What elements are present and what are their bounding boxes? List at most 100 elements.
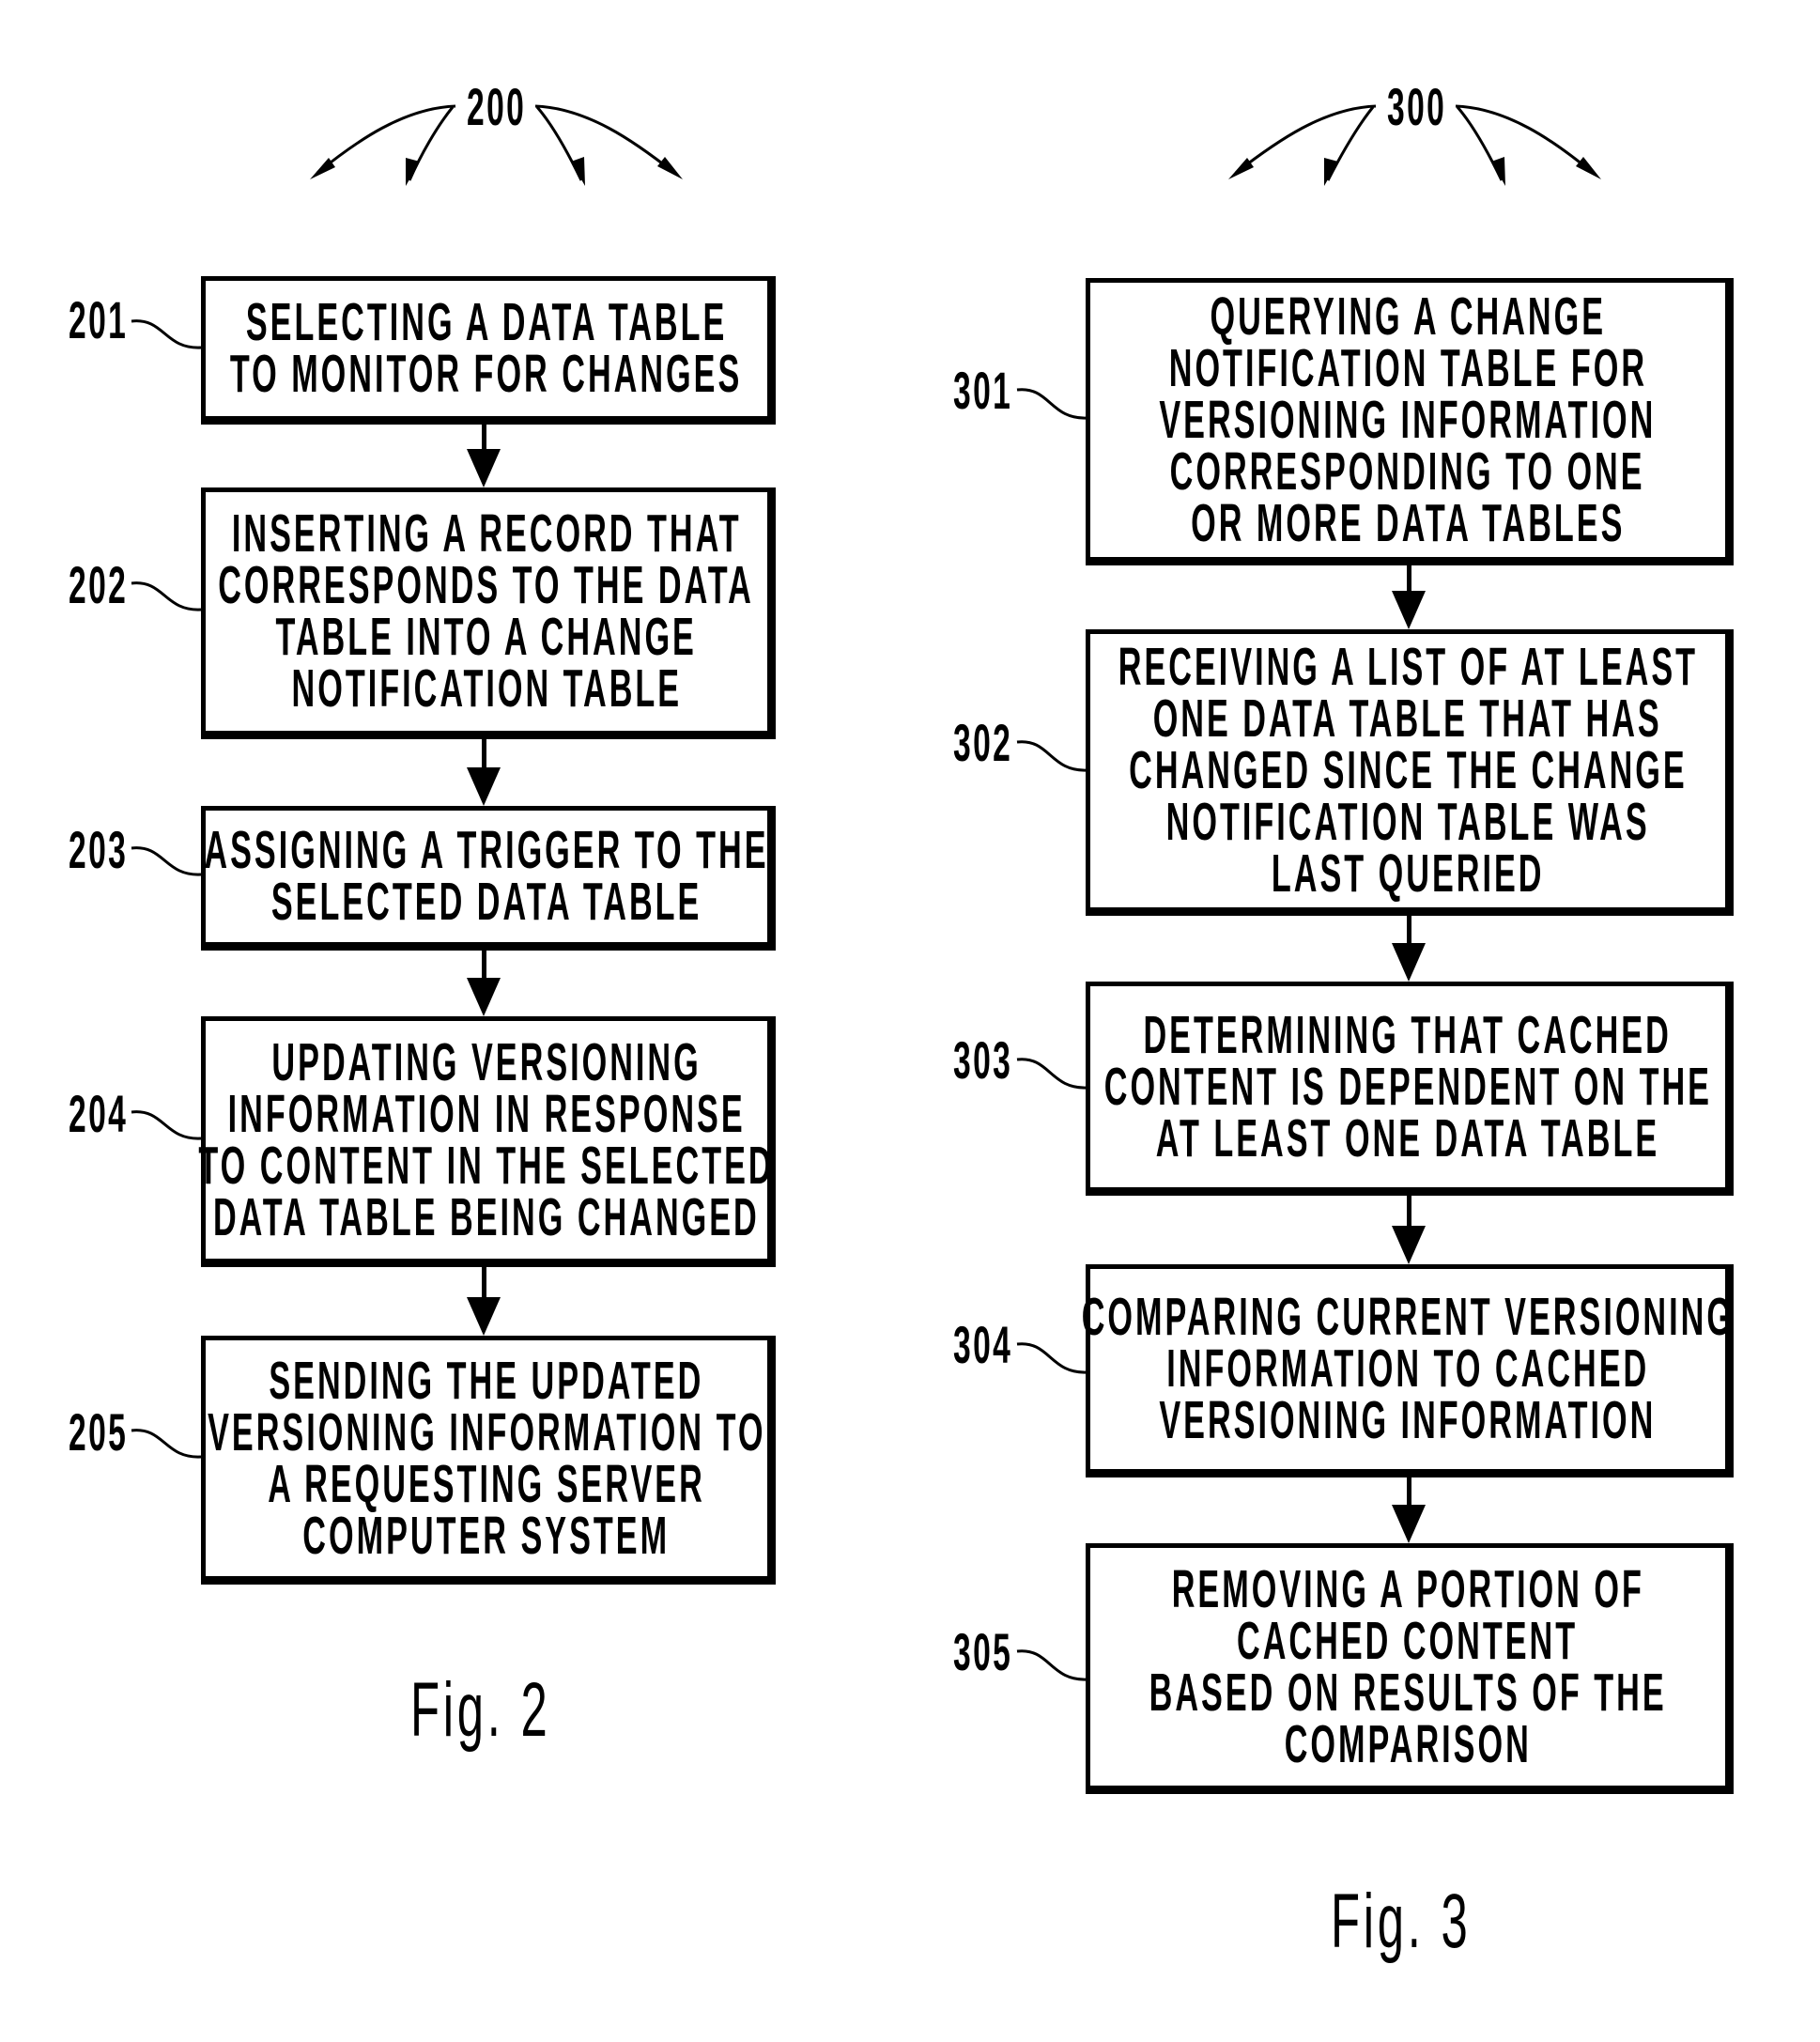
leader-line [1016,1342,1088,1374]
arrowhead-icon [1392,1505,1426,1543]
step-box-302: RECEIVING A LIST OF AT LEAST ONE DATA TA… [1086,629,1734,916]
step-box-201: SELECTING A DATA TABLE TO MONITOR FOR CH… [201,276,776,425]
fig3-leader-lines [1016,388,1088,1681]
step-box-301: QUERYING A CHANGE NOTIFICATION TABLE FOR… [1086,278,1734,565]
arrowhead-icon [467,449,501,487]
flow-arrow-201-202 [467,423,501,487]
step-ref-201: 201 [69,290,129,349]
leader-line [1016,388,1088,420]
flow-arrow-304-305 [1392,1476,1426,1543]
ref-arrow-icon [1235,104,1377,175]
step-text-line: OR MORE DATA TABLES [1190,492,1626,553]
arrowhead-icon [571,157,585,186]
step-box-304: COMPARING CURRENT VERSIONING INFORMATION… [1081,1264,1734,1477]
fig2-reference-number: 200 [467,77,527,136]
step-text-line: ASSIGNING A TRIGGER TO THE [204,820,769,880]
step-text-line: DATA TABLE BEING CHANGED [213,1186,760,1247]
step-text-line: VERSIONING INFORMATION [1159,1390,1657,1450]
step-text-line: UPDATING VERSIONING [271,1031,702,1092]
flow-arrow-202-203 [467,737,501,806]
step-text-line: INFORMATION TO CACHED [1166,1338,1649,1399]
fig2-leader-lines [131,319,202,1459]
ref-arrow-icon [1456,106,1504,181]
step-text-line: CONTENT IS DEPENDENT ON THE [1103,1056,1712,1117]
ref-arrow-icon [316,104,456,175]
arrowhead-icon [1576,157,1601,179]
fig2-reference-arrowheads [310,157,683,186]
step-text-line: TABLE INTO A CHANGE [275,607,698,667]
step-ref-304: 304 [953,1315,1013,1374]
step-text-line: QUERYING A CHANGE [1210,286,1606,347]
flow-arrow-203-204 [467,949,501,1016]
step-text-line: CACHED CONTENT [1237,1610,1579,1671]
leader-line [1016,740,1088,772]
step-text-line: SELECTED DATA TABLE [270,872,702,932]
flow-arrow-204-205 [467,1265,501,1336]
step-text-line: NOTIFICATION TABLE WAS [1165,792,1650,852]
step-ref-301: 301 [953,361,1013,420]
leader-line [1016,1058,1088,1090]
leader-line [1016,1649,1088,1681]
step-ref-205: 205 [69,1402,129,1462]
step-box-205: SENDING THE UPDATED VERSIONING INFORMATI… [201,1336,776,1585]
step-text-line: REMOVING A PORTION OF [1171,1558,1644,1619]
leader-line [131,1429,202,1459]
flow-arrow-301-302 [1392,564,1426,629]
step-text-line: BASED ON RESULTS OF THE [1149,1662,1667,1723]
arrowhead-icon [1324,158,1338,186]
leader-line [131,846,202,876]
ref-arrow-icon [535,106,583,181]
arrowhead-icon [467,767,501,806]
step-text-line: AT LEAST ONE DATA TABLE [1155,1107,1660,1168]
flow-arrow-302-303 [1392,914,1426,982]
step-text-line: CORRESPONDING TO ONE [1170,441,1645,502]
step-ref-204: 204 [69,1084,129,1143]
step-text-line: INFORMATION IN RESPONSE [227,1083,746,1144]
arrowhead-icon [1491,157,1505,186]
step-ref-202: 202 [69,555,129,614]
step-text-line: COMPARING CURRENT VERSIONING [1081,1287,1735,1347]
arrowhead-icon [1392,591,1426,629]
step-text-line: CORRESPONDS TO THE DATA [218,555,755,615]
leader-line [131,319,202,349]
step-text-line: DETERMINING THAT CACHED [1143,1004,1673,1065]
step-text-line: INSERTING A RECORD THAT [231,503,742,564]
step-text-line: VERSIONING INFORMATION [1159,389,1657,450]
arrowhead-icon [1392,943,1426,982]
fig3-reference-number: 300 [1387,77,1447,136]
step-text-line: COMPARISON [1284,1713,1532,1774]
step-text-line: NOTIFICATION TABLE [291,658,682,719]
step-ref-305: 305 [953,1622,1013,1681]
step-text-line: VERSIONING INFORMATION TO [207,1401,766,1462]
step-text-line: NOTIFICATION TABLE FOR [1168,337,1647,398]
step-text-line: ONE DATA TABLE THAT HAS [1152,688,1663,749]
flow-arrow-303-304 [1392,1194,1426,1264]
step-box-203: ASSIGNING A TRIGGER TO THE SELECTED DATA… [201,806,776,951]
arrowhead-icon [657,157,683,179]
arrowhead-icon [406,158,420,186]
leader-line [131,1110,202,1140]
step-ref-302: 302 [953,713,1013,772]
step-text-line: LAST QUERIED [1271,843,1545,904]
step-text-line: A REQUESTING SERVER [268,1453,705,1514]
step-box-204: UPDATING VERSIONING INFORMATION IN RESPO… [198,1016,776,1267]
ref-arrow-icon [534,104,675,175]
ref-arrow-icon [1455,104,1594,175]
fig3-caption: Fig. 3 [1331,1879,1472,1964]
step-text-line: TO MONITOR FOR CHANGES [230,344,743,404]
fig2-caption: Fig. 2 [410,1667,551,1753]
ref-arrow-icon [408,106,455,181]
arrowhead-icon [467,978,501,1016]
step-ref-203: 203 [69,820,129,879]
step-text-line: CHANGED SINCE THE CHANGE [1128,740,1688,800]
step-box-305: REMOVING A PORTION OF CACHED CONTENT BAS… [1086,1543,1734,1794]
step-box-202: INSERTING A RECORD THAT CORRESPONDS TO T… [201,487,776,739]
step-box-303: DETERMINING THAT CACHED CONTENT IS DEPEN… [1086,982,1734,1196]
leader-line [131,581,202,611]
fig3-reference-arrowheads [1228,157,1601,186]
step-text-line: TO CONTENT IN THE SELECTED [198,1135,775,1196]
step-text-line: SELECTING A DATA TABLE [245,292,728,352]
step-text-line: COMPUTER SYSTEM [302,1505,671,1566]
ref-arrow-icon [1326,106,1375,181]
arrowhead-icon [1392,1226,1426,1264]
